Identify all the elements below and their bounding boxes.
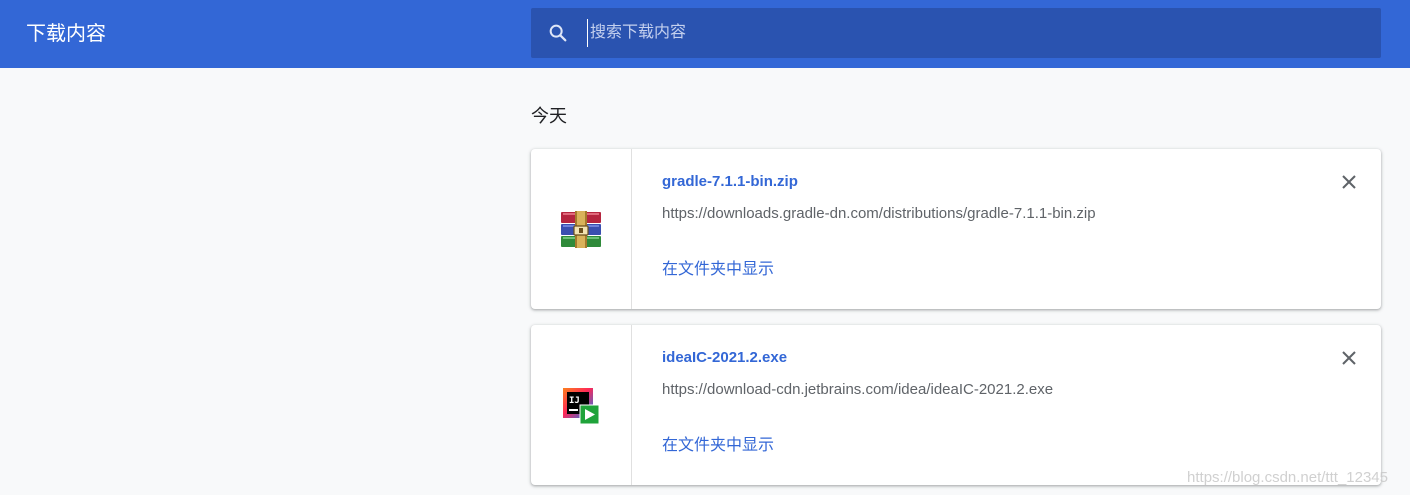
close-icon[interactable] [1339,348,1359,368]
winrar-archive-icon [561,211,601,248]
close-icon[interactable] [1339,172,1359,192]
search-icon[interactable] [547,22,569,44]
download-item: IJ ideaIC-2021.2.exe https://download-cd… [531,325,1381,485]
show-in-folder-link[interactable]: 在文件夹中显示 [662,435,774,457]
watermark: https://blog.csdn.net/ttt_12345 [1187,469,1388,486]
page-title: 下载内容 [26,23,106,45]
file-name-link[interactable]: gradle-7.1.1-bin.zip [662,172,798,192]
intellij-idea-installer-icon: IJ [563,388,600,425]
svg-text:IJ: IJ [569,396,580,406]
date-heading: 今天 [531,106,567,126]
file-url[interactable]: https://download-cdn.jetbrains.com/idea/… [662,380,1053,400]
search-box[interactable] [531,8,1381,58]
file-url[interactable]: https://downloads.gradle-dn.com/distribu… [662,204,1096,224]
download-item: gradle-7.1.1-bin.zip https://downloads.g… [531,149,1381,309]
file-icon-column: IJ [531,325,632,485]
file-icon-column [531,149,632,309]
search-input[interactable] [587,19,1350,47]
file-name-link[interactable]: ideaIC-2021.2.exe [662,348,787,368]
toolbar: 下载内容 [0,0,1410,68]
show-in-folder-link[interactable]: 在文件夹中显示 [662,259,774,281]
